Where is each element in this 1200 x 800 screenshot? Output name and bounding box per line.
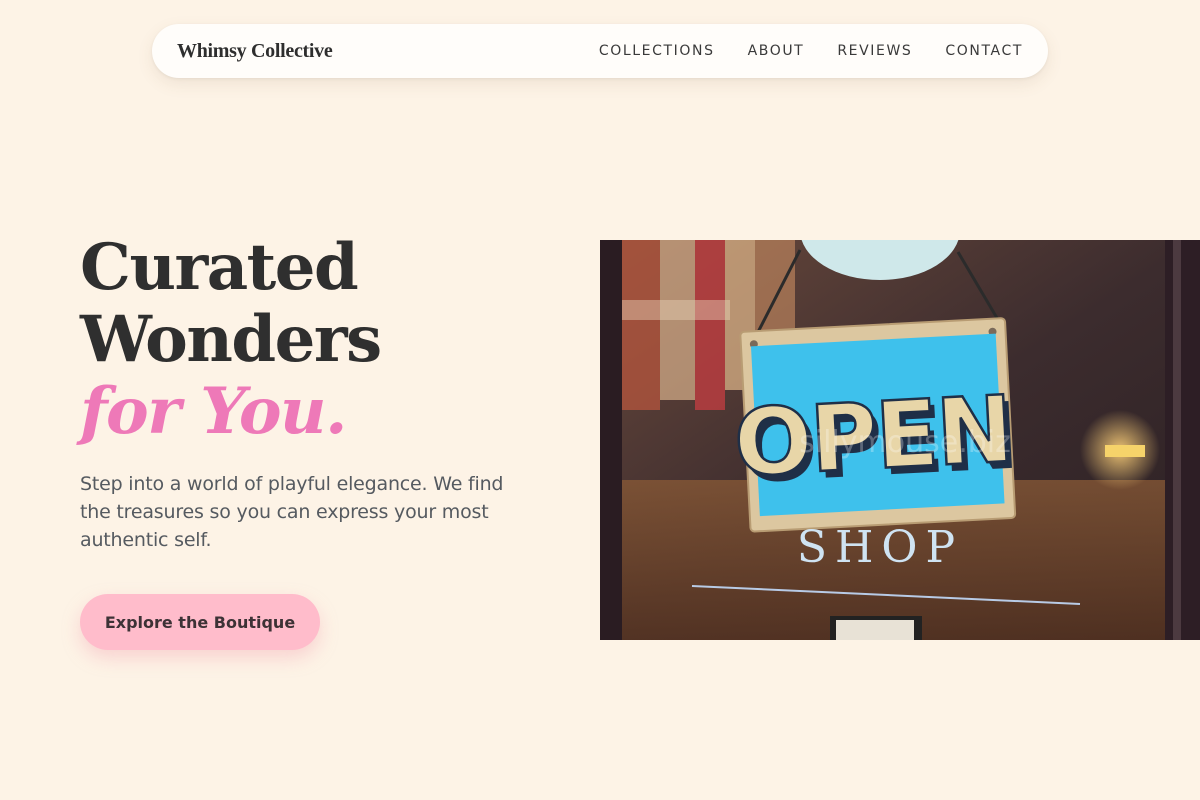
frame-left bbox=[600, 240, 622, 640]
hero-title: Curated Wonders for You. bbox=[80, 230, 382, 449]
light-bar bbox=[1105, 445, 1145, 457]
small-card bbox=[836, 620, 914, 640]
fabric-1 bbox=[620, 240, 660, 410]
watermark-text: sillymouse.biz bbox=[799, 425, 1011, 460]
nav-link-reviews[interactable]: REVIEWS bbox=[837, 43, 912, 59]
open-sign-illustration: OPEN OPEN SHOP sillymouse.biz bbox=[600, 240, 1200, 640]
hero-title-line2: Wonders bbox=[80, 302, 382, 377]
explore-boutique-button[interactable]: Explore the Boutique bbox=[80, 594, 320, 650]
nav-links: COLLECTIONS ABOUT REVIEWS CONTACT bbox=[599, 43, 1023, 59]
brand-logo-text[interactable]: Whimsy Collective bbox=[177, 40, 333, 63]
hero-open-sign-photo: OPEN OPEN SHOP sillymouse.biz bbox=[600, 240, 1200, 640]
nav-link-collections[interactable]: COLLECTIONS bbox=[599, 43, 715, 59]
shop-window-lettering: SHOP bbox=[797, 522, 963, 573]
frame-right bbox=[1165, 240, 1200, 640]
nav-link-about[interactable]: ABOUT bbox=[748, 43, 805, 59]
hero-subtitle: Step into a world of playful elegance. W… bbox=[80, 473, 504, 551]
fabric-stripe bbox=[620, 300, 730, 320]
hero-title-accent: for You. bbox=[80, 374, 347, 449]
fabric-3 bbox=[695, 240, 725, 410]
top-navbar: Whimsy Collective COLLECTIONS ABOUT REVI… bbox=[152, 24, 1048, 78]
nav-link-contact[interactable]: CONTACT bbox=[945, 43, 1023, 59]
frame-right-edge bbox=[1173, 240, 1181, 640]
hero-title-line1: Curated bbox=[80, 230, 359, 305]
